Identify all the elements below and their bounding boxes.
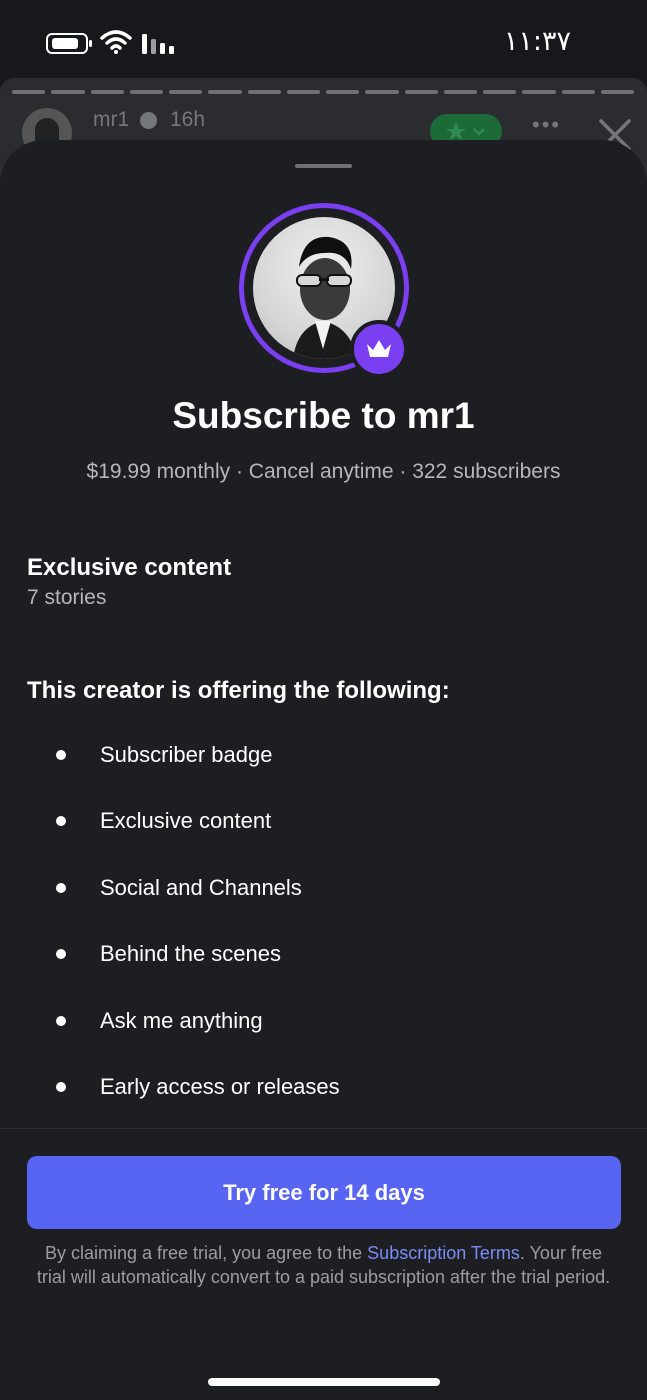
bullet-icon [56, 1015, 66, 1026]
try-free-button[interactable]: Try free for 14 days [27, 1156, 621, 1229]
more-icon[interactable]: ••• [532, 112, 561, 138]
benefit-label: Subscriber badge [100, 742, 273, 767]
benefits-list: Subscriber badge Exclusive content Socia… [0, 738, 647, 1136]
exclusive-content-count: 7 stories [27, 586, 107, 609]
benefit-label: Social and Channels [100, 874, 302, 900]
benefit-label: Ask me anything [100, 1007, 263, 1033]
offering-heading: This creator is offering the following: [27, 677, 450, 704]
verified-icon [140, 112, 157, 129]
wifi-icon [100, 30, 132, 54]
story-timestamp: 16h [170, 108, 206, 131]
story-username[interactable]: mr1 [93, 108, 129, 132]
benefit-item: Early access or releases [0, 1070, 647, 1136]
benefit-item: Ask me anything [0, 1004, 647, 1070]
bullet-icon [56, 1081, 66, 1092]
benefit-item: Behind the scenes [0, 937, 647, 1003]
status-bar: ١١:٣٧ [0, 0, 647, 80]
trial-disclaimer: By claiming a free trial, you agree to t… [30, 1241, 617, 1289]
bullet-icon [56, 949, 66, 960]
exclusive-content-heading: Exclusive content [27, 554, 232, 581]
footer-divider [0, 1128, 647, 1129]
benefit-label: Behind the scenes [100, 941, 282, 967]
benefit-item: Subscriber badge [0, 738, 647, 804]
disclaimer-prefix: By claiming a free trial, you agree to t… [45, 1243, 368, 1263]
benefit-label: Early access or releases [100, 1073, 340, 1099]
sheet-title: Subscribe to mr1 [172, 395, 475, 436]
battery-icon [46, 33, 88, 54]
benefit-item: Social and Channels [0, 871, 647, 937]
status-time: ١١:٣٧ [503, 26, 571, 57]
story-progress-bar [12, 90, 634, 94]
bullet-icon [56, 882, 66, 893]
battery-cap [89, 40, 92, 47]
benefit-item: Exclusive content [0, 804, 647, 870]
signal-icon [142, 34, 174, 54]
bullet-icon [56, 816, 66, 827]
subscription-summary: $19.99 monthly · Cancel anytime · 322 su… [86, 460, 561, 483]
subscribe-sheet: Subscribe to mr1 $19.99 monthly · Cancel… [0, 140, 647, 1400]
benefit-label: Exclusive content [100, 808, 272, 834]
crown-icon [350, 320, 408, 378]
bullet-icon [56, 750, 66, 760]
home-indicator[interactable] [208, 1378, 440, 1386]
subscription-terms-link[interactable]: Subscription Terms [367, 1243, 520, 1263]
sheet-grabber[interactable] [295, 164, 352, 168]
